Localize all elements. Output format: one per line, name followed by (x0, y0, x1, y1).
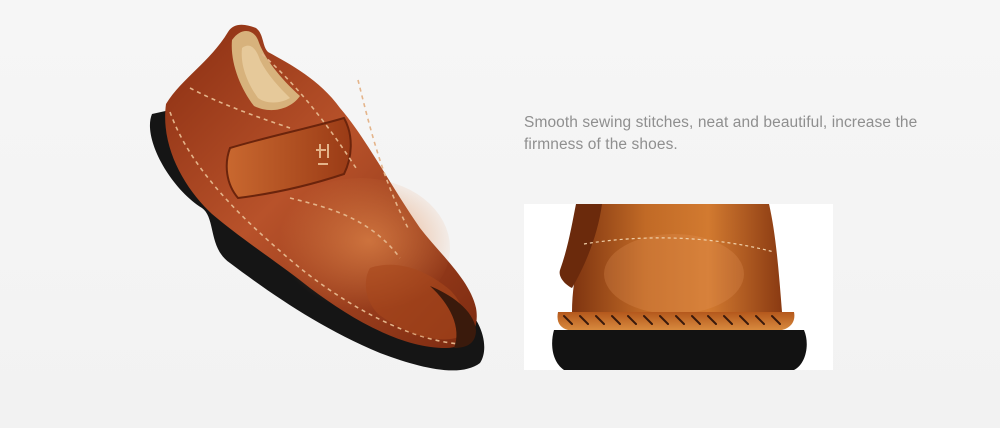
toe-stitching-closeup-illustration (524, 204, 833, 370)
stitching-closeup-image (524, 204, 833, 370)
feature-caption: Smooth sewing stitches, neat and beautif… (524, 114, 918, 153)
leather-loafer-illustration (149, 24, 485, 371)
product-detail-section: Smooth sewing stitches, neat and beautif… (0, 0, 1000, 428)
shoe-main-image (130, 18, 500, 398)
